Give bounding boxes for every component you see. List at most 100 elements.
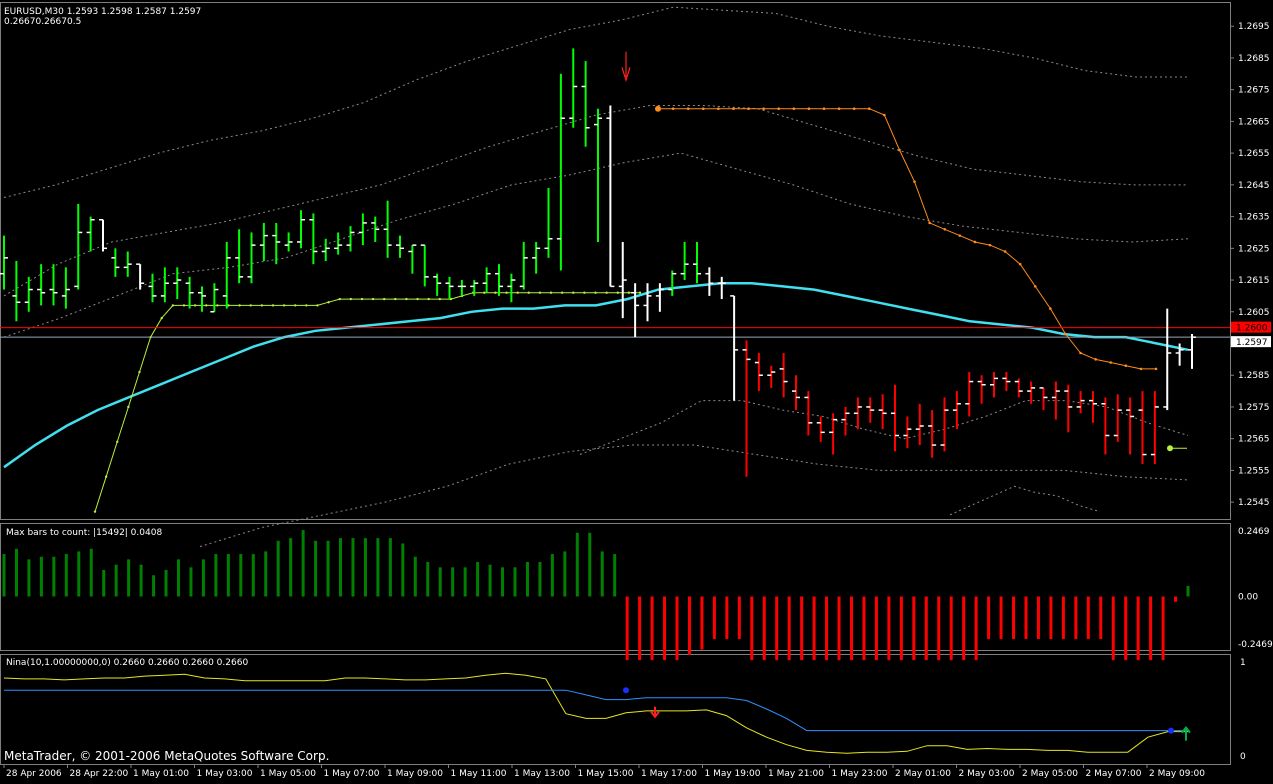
yellow-stop-dot [271, 304, 275, 307]
time-label: 1 May 05:00 [260, 769, 316, 779]
yellow-stop-dot [193, 304, 197, 307]
time-label: 1 May 01:00 [133, 769, 189, 779]
orange-stop-line [658, 108, 1156, 370]
time-label: 1 May 15:00 [578, 769, 634, 779]
indicator1-label: Max bars to count: |15492| 0.0408 [6, 528, 162, 538]
indicator1-axis-label: 0.2469 [1238, 527, 1270, 537]
yellow-stop-dot [382, 297, 386, 301]
orange-stop-start [655, 105, 661, 112]
orange-stop-dot [1049, 307, 1052, 310]
yellow-stop-dot [560, 291, 564, 294]
upper-band-1 [3, 6, 1188, 198]
time-label: 2 May 05:00 [1022, 769, 1078, 779]
yellow-stop-dot [638, 291, 642, 294]
time-label: 28 Apr 22:00 [70, 769, 129, 779]
lower-band-3 [949, 485, 1101, 516]
price-label: 1.2665 [1238, 117, 1270, 127]
yellow-stop-dot [249, 304, 252, 307]
orange-stop-dot [792, 107, 796, 111]
yellow-stop-dot [516, 291, 519, 294]
orange-stop-dot [1094, 358, 1097, 361]
time-label: 1 May 13:00 [514, 769, 570, 779]
time-label: 2 May 03:00 [959, 769, 1015, 779]
yellow-stop-dot [616, 291, 619, 294]
nina-blue-marker [623, 687, 629, 694]
orange-stop-dot [686, 107, 690, 111]
yellow-stop-dot [338, 297, 341, 301]
yellow-stop-dot [527, 291, 530, 294]
yellow-stop-dot [238, 304, 241, 307]
trading-chart[interactable]: 1.2695 1.2685 1.2675 1.2665 1.2655 1.2645 1.26… [0, 0, 1273, 780]
yellow-stop-dot [416, 297, 419, 301]
up-arrow-icon [1181, 726, 1191, 741]
yellow-stop-dot [349, 297, 353, 301]
yellow-stop-dot [282, 304, 286, 307]
yellow-stop-end [1167, 445, 1173, 452]
orange-stop-dot [898, 148, 901, 152]
yellow-stop-dot [483, 291, 486, 294]
orange-stop-dot [1124, 364, 1128, 368]
yellow-stop-dot [505, 291, 508, 294]
ma-line [3, 281, 1189, 469]
price-label: 1.2565 [1238, 435, 1270, 445]
orange-stop-dot [747, 107, 750, 111]
yellow-stop-dot [104, 475, 108, 478]
symbol-header: EURUSD,M30 1.2593 1.2598 1.2587 1.2597 [4, 7, 201, 17]
price-label: 1.2585 [1238, 371, 1270, 381]
copyright-text: MetaTrader, © 2001-2006 MetaQuotes Softw… [4, 749, 329, 763]
time-label: 2 May 07:00 [1086, 769, 1142, 779]
time-label: 1 May 21:00 [768, 769, 824, 779]
yellow-stop-dot [394, 297, 397, 301]
moving-average [3, 281, 1189, 469]
yellow-stop-dot [305, 304, 308, 307]
price-label: 1.2695 [1238, 22, 1270, 32]
indicator1-axis-label: 0.00 [1238, 593, 1258, 603]
yellow-stop-dot [171, 304, 175, 307]
price-label: 1.2655 [1238, 149, 1270, 159]
yellow-stop-dot [538, 291, 542, 294]
symbol-subheader: 0.26670.26670.5 [4, 17, 81, 27]
upper-band-2 [3, 105, 1188, 297]
yellow-stop-dot [427, 297, 430, 301]
nina-yellow-line [3, 672, 1188, 754]
orange-stop-dot [671, 107, 675, 111]
chart-canvas[interactable]: 1.2695 1.2685 1.2675 1.2665 1.2655 1.2645 1.26… [0, 0, 1273, 780]
time-label: 1 May 17:00 [641, 769, 697, 779]
yellow-stop-dot [294, 304, 297, 307]
trailing-stops [93, 105, 1187, 513]
indicator1-axis-label: -0.2469 [1238, 640, 1273, 650]
orange-stop-dot [928, 221, 931, 225]
time-label: 1 May 11:00 [451, 769, 507, 779]
time-label: 1 May 03:00 [197, 769, 253, 779]
yellow-stop-dot [327, 301, 330, 304]
ohlc-bars [0, 48, 1196, 477]
price-label: 1.2675 [1238, 86, 1270, 96]
time-label: 1 May 19:00 [705, 769, 761, 779]
yellow-stop-dot [627, 291, 631, 294]
yellow-stop-dot [216, 304, 219, 307]
orange-stop-dot [883, 113, 886, 117]
price-label: 1.2625 [1238, 244, 1270, 254]
orange-stop-dot [1018, 262, 1022, 266]
orange-stop-dot [973, 240, 977, 244]
indicator2-label: Nina(10,1.00000000,0) 0.2660 0.2660 0.26… [6, 658, 248, 668]
lower-band-2 [199, 444, 1189, 548]
orange-stop-dot [1003, 250, 1007, 253]
price-label: 1.2605 [1238, 308, 1270, 318]
orange-stop-dot [913, 180, 916, 183]
time-label: 1 May 07:00 [324, 769, 380, 779]
lower-band-1 [579, 400, 1189, 455]
orange-stop-dot [717, 107, 720, 111]
nina-blue-line [4, 689, 1188, 732]
orange-stop-dot [732, 107, 735, 111]
indicator2-axis-label: 1 [1240, 658, 1246, 668]
yellow-stop-dot [605, 291, 608, 294]
yellow-stop-dot [572, 291, 575, 294]
price-label: 1.2575 [1238, 403, 1270, 413]
panel-frame-2 [0, 654, 1231, 765]
ask-price-label: 1.2600 [1236, 324, 1268, 334]
yellow-stop-dot [138, 370, 141, 374]
yellow-stop-dot [316, 304, 319, 307]
time-label: 28 Apr 2006 [6, 769, 62, 779]
down-arrow-icon [650, 706, 660, 719]
